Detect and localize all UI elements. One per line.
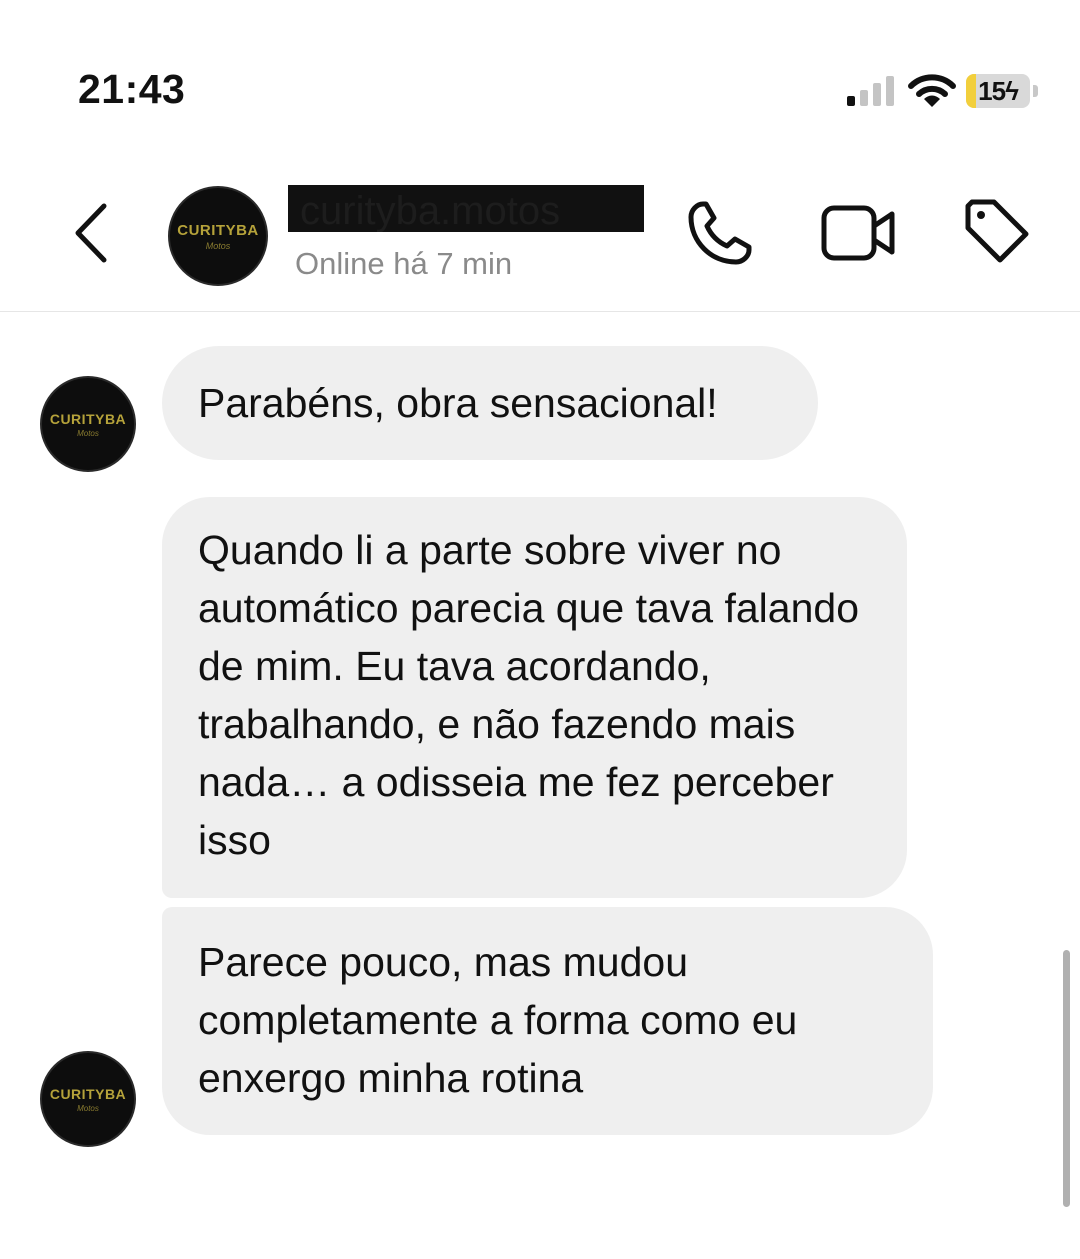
video-camera-icon[interactable] [820, 202, 896, 264]
username: curityba.motos [300, 189, 561, 232]
avatar-logo-subtext: Motos [77, 429, 99, 438]
avatar-logo-text: CURITYBA [177, 222, 259, 239]
battery-icon: 15ϟ [966, 74, 1030, 108]
status-time: 21:43 [78, 66, 186, 112]
message-bubble[interactable]: Parece pouco, mas mudou completamente a … [162, 907, 933, 1135]
scrollbar[interactable] [1063, 950, 1070, 1207]
profile-avatar[interactable]: CURITYBA Motos [168, 186, 268, 286]
charging-bolt-icon: ϟ [1005, 76, 1019, 106]
wifi-icon [908, 74, 956, 107]
cellular-signal-icon [847, 76, 894, 106]
avatar-logo-text: CURITYBA [49, 1086, 127, 1102]
message-bubble[interactable]: Parabéns, obra sensacional! [162, 346, 818, 460]
battery-cap [1033, 85, 1038, 97]
avatar-logo-subtext: Motos [205, 241, 231, 251]
username-redacted[interactable]: curityba.motos [288, 185, 644, 232]
back-icon[interactable] [66, 198, 116, 268]
avatar-logo-text: CURITYBA [49, 411, 127, 427]
chat-header: CURITYBA Motos curityba.motos Online há … [0, 160, 1080, 312]
avatar-logo-subtext: Motos [77, 1104, 99, 1113]
sender-avatar[interactable]: CURITYBA Motos [40, 376, 136, 472]
online-status: Online há 7 min [295, 246, 513, 281]
message-bubble[interactable]: Quando li a parte sobre viver no automát… [162, 497, 907, 898]
status-bar: 21:43 15ϟ [0, 0, 1080, 150]
sender-avatar[interactable]: CURITYBA Motos [40, 1051, 136, 1147]
phone-icon[interactable] [683, 198, 755, 270]
tag-icon[interactable] [960, 196, 1032, 268]
battery-level: 15ϟ [978, 76, 1019, 106]
